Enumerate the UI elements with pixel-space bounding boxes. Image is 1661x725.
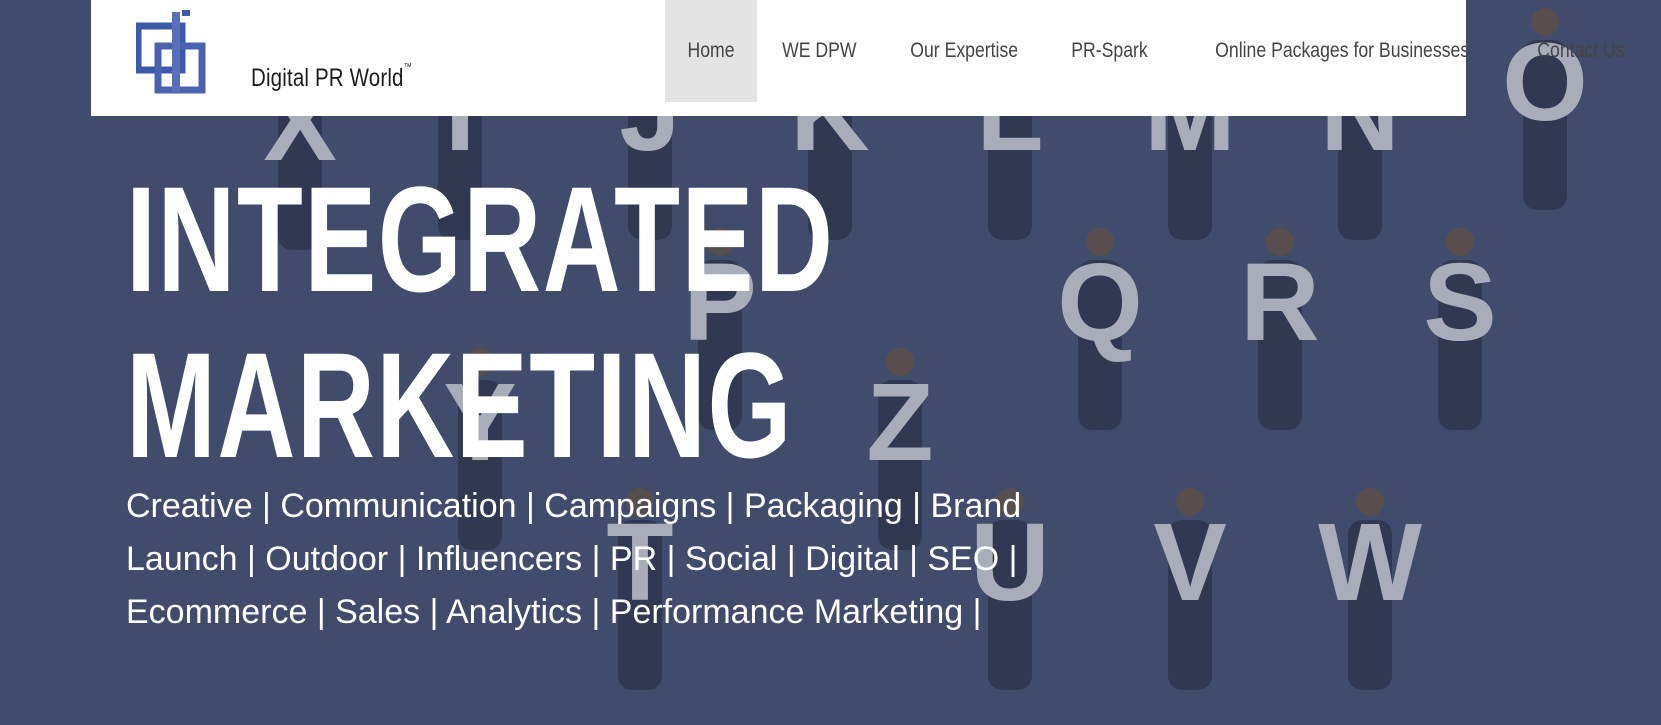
brand-name: Digital PR World™ xyxy=(251,62,412,92)
bg-letter: V xyxy=(1153,501,1226,624)
nav-item-pr-spark[interactable]: PR-Spark xyxy=(1046,0,1173,102)
bg-letter: W xyxy=(1318,501,1422,624)
site-header: Digital PR World™ Home WE DPW Our Expert… xyxy=(91,0,1625,116)
bg-letter: S xyxy=(1423,241,1496,364)
bg-letter: Q xyxy=(1057,241,1143,364)
hero-tagline: Creative | Communication | Campaigns | P… xyxy=(126,487,1022,631)
hero-headline-line-2: MARKETING xyxy=(126,321,793,489)
hero-headline: INTEGRATED MARKETING xyxy=(126,156,834,488)
nav-item-we-dpw[interactable]: WE DPW xyxy=(757,0,882,102)
nav-item-our-expertise[interactable]: Our Expertise xyxy=(882,0,1046,102)
hero-headline-line-1: INTEGRATED xyxy=(126,155,835,323)
nav-item-online-packages[interactable]: Online Packages for Businesses xyxy=(1173,0,1511,102)
nav-item-contact-us[interactable]: Contact Us xyxy=(1511,0,1651,102)
nav-item-home[interactable]: Home xyxy=(665,0,758,102)
bg-letter: Z xyxy=(866,361,933,484)
brand-logo[interactable]: Digital PR World™ xyxy=(134,10,412,100)
main-nav: Home WE DPW Our Expertise PR-Spark Onlin… xyxy=(665,0,1651,102)
logo-mark-icon xyxy=(134,10,206,94)
bg-letter: R xyxy=(1240,241,1319,364)
